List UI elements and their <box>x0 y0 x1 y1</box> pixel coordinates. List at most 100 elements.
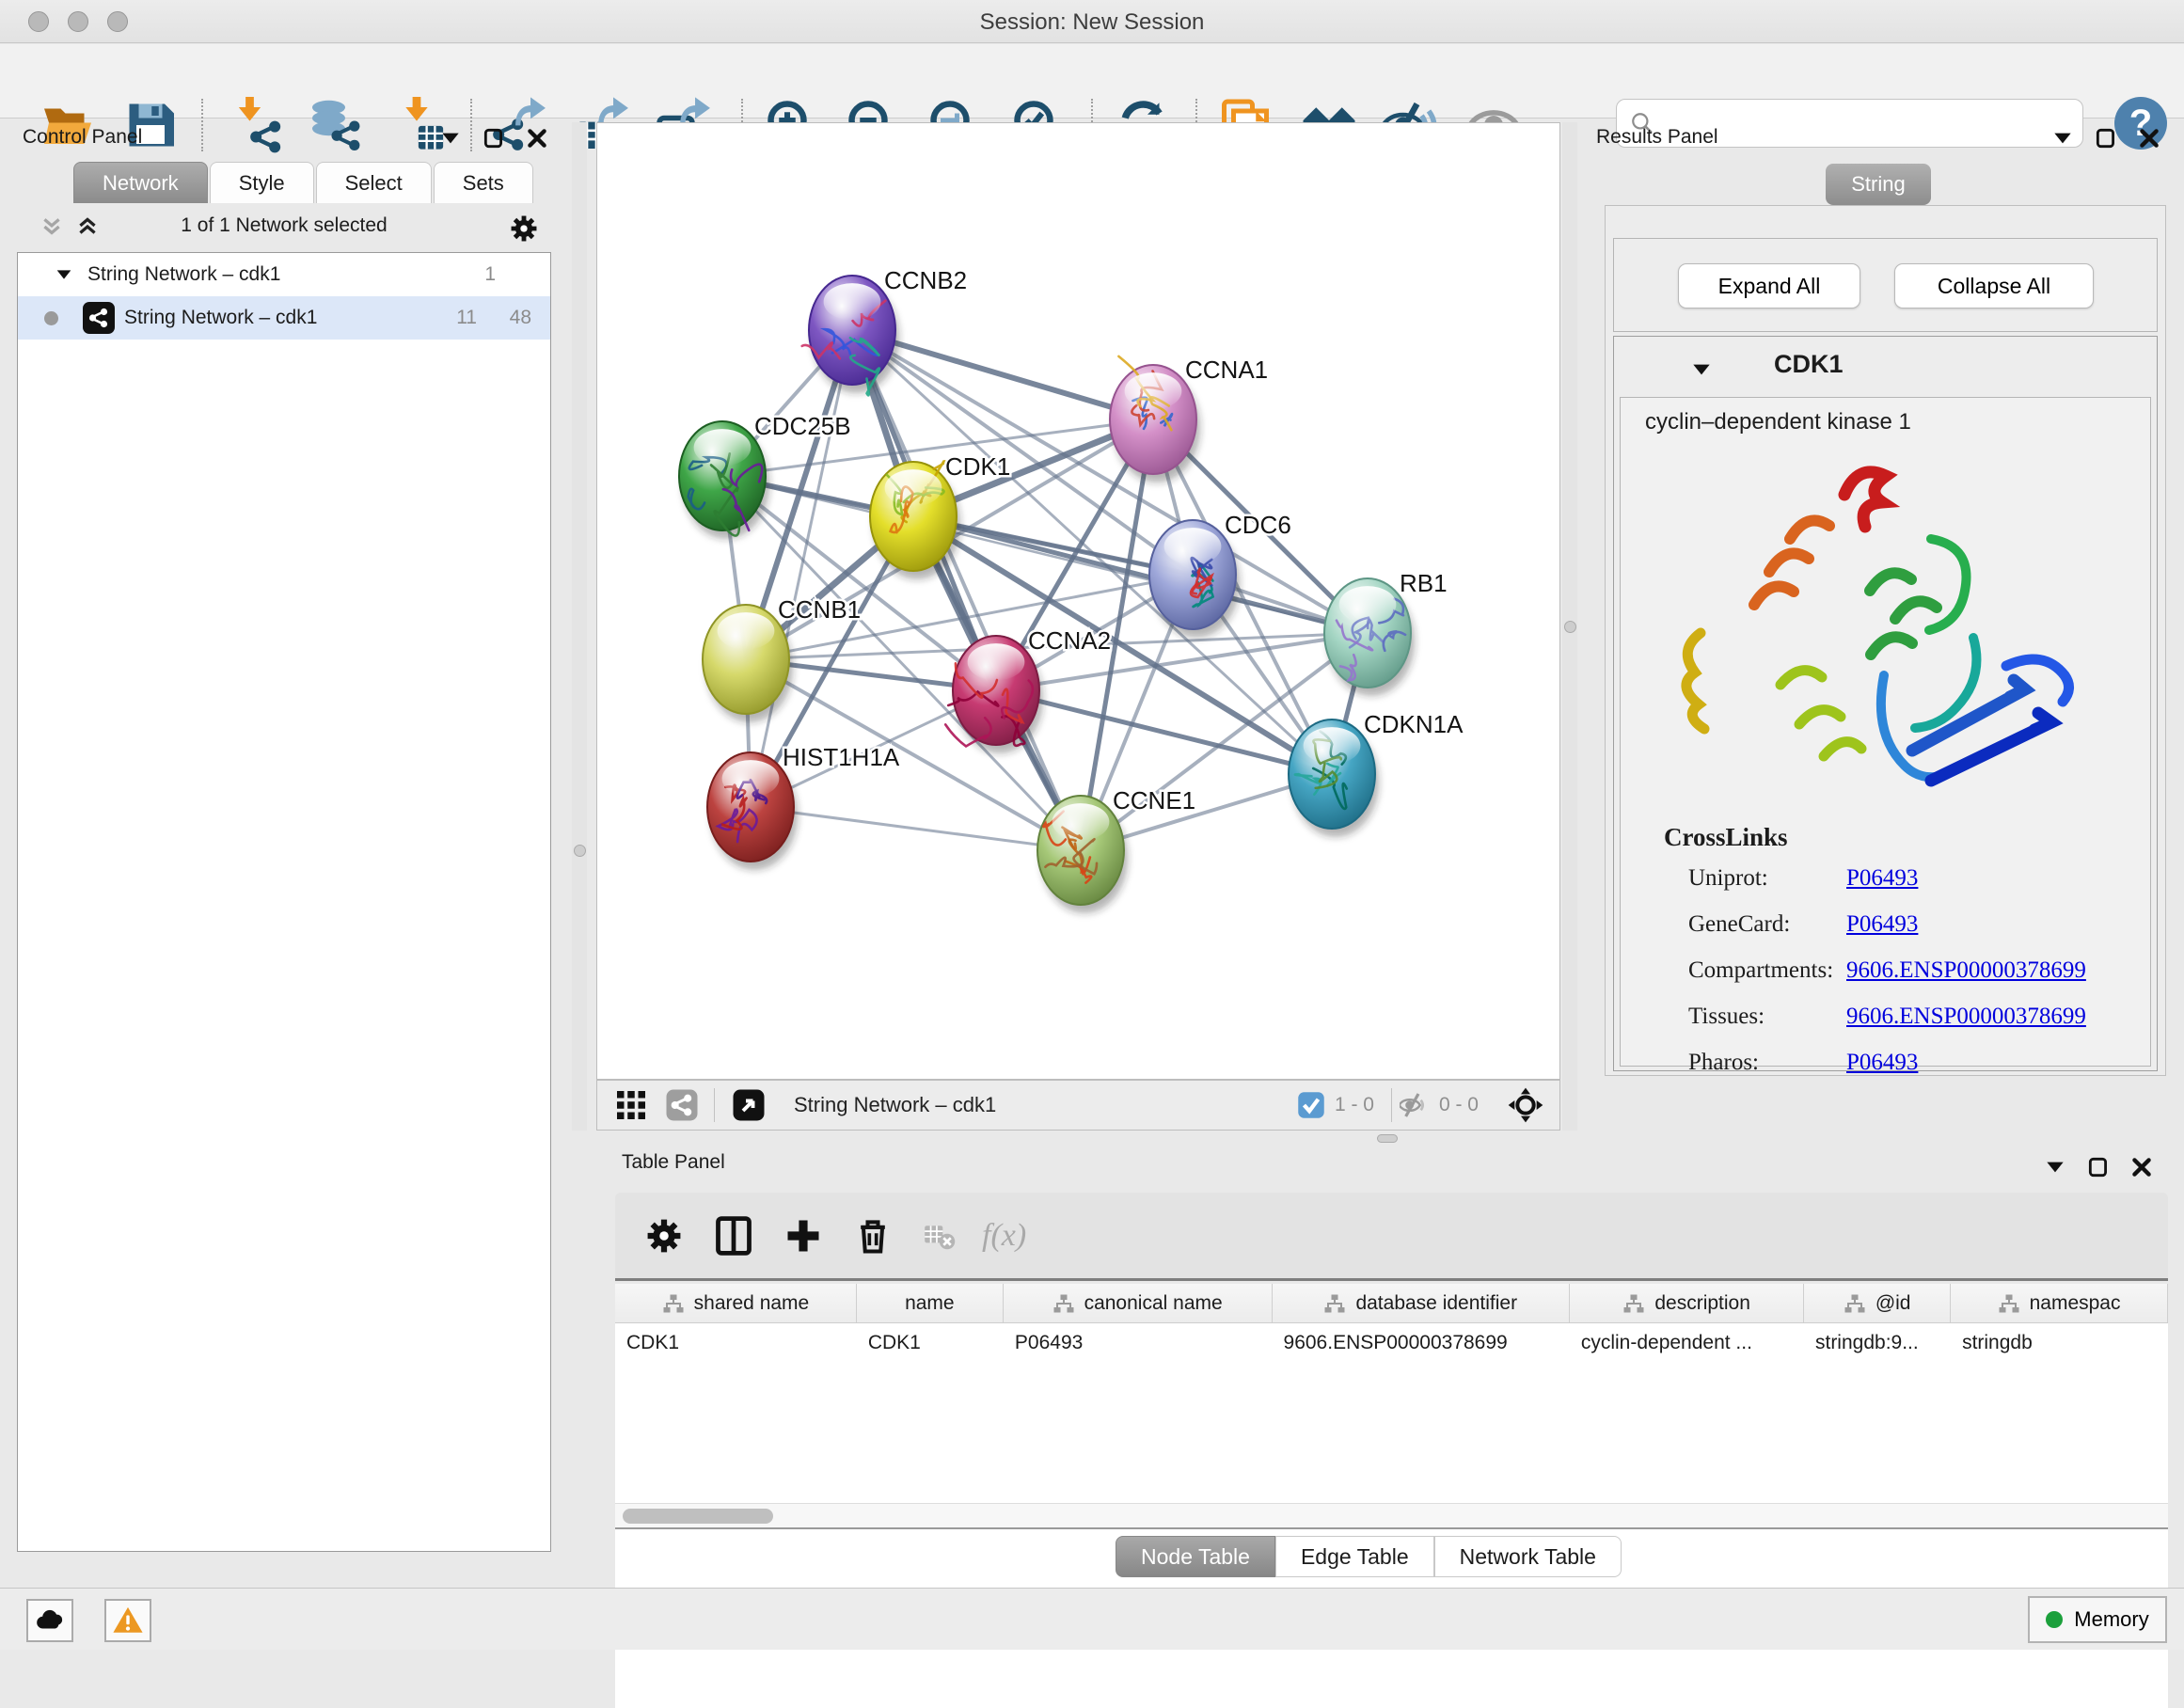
birdseye-view-icon[interactable] <box>732 1088 766 1122</box>
network-selection-status: 1 of 1 Network selected <box>11 214 557 237</box>
expand-all-button[interactable]: Expand All <box>1678 263 1860 308</box>
node-label-ccna2: CCNA2 <box>1028 626 1111 655</box>
table-type-tabs: Node TableEdge TableNetwork Table <box>1116 1536 1622 1577</box>
table-cell[interactable]: CDK1 <box>615 1323 857 1365</box>
column-type-icon <box>662 1292 685 1315</box>
network-node-ccna2[interactable]: CCNA2 <box>945 626 1111 753</box>
column-header-namespac[interactable]: namespac <box>1951 1284 2168 1322</box>
tab-edge-table[interactable]: Edge Table <box>1275 1536 1434 1577</box>
column-type-icon <box>1998 1292 2020 1315</box>
crosslink-link[interactable]: P06493 <box>1846 865 1918 891</box>
table-horizontal-scrollbar[interactable] <box>615 1503 2168 1527</box>
close-panel-icon[interactable] <box>523 126 551 150</box>
network-node-ccna1[interactable]: CCNA1 <box>1110 356 1268 482</box>
table-cell[interactable]: P06493 <box>1004 1323 1273 1365</box>
crosslink-row: GeneCard:P06493 <box>1688 911 1918 938</box>
bottom-splitter-handle[interactable] <box>1377 1134 1398 1143</box>
column-label: description <box>1654 1292 1750 1315</box>
selected-checkbox-icon[interactable] <box>1297 1091 1325 1119</box>
network-node-cdkn1a[interactable]: CDKN1A <box>1289 710 1464 837</box>
warnings-button[interactable] <box>104 1599 151 1642</box>
column-header-shared-name[interactable]: shared name <box>615 1284 857 1322</box>
crosslink-row: Pharos:P06493 <box>1688 1050 1918 1076</box>
float-panel-icon[interactable] <box>2084 1155 2113 1179</box>
float-panel-icon[interactable] <box>480 126 508 150</box>
collapse-group-icon[interactable] <box>54 264 74 285</box>
table-header-row: shared namenamecanonical namedatabase id… <box>615 1284 2168 1323</box>
gene-description: cyclin–dependent kinase 1 <box>1645 409 1911 435</box>
table-cell[interactable]: stringdb <box>1951 1323 2168 1365</box>
network-node-ccnb2[interactable]: CCNB2 <box>802 266 967 395</box>
close-panel-icon[interactable] <box>2135 126 2163 150</box>
panel-menu-icon[interactable] <box>2041 1155 2069 1179</box>
table-row[interactable]: CDK1CDK1P064939606.ENSP00000378699cyclin… <box>615 1323 2168 1365</box>
right-splitter-handle[interactable] <box>1564 621 1576 633</box>
crosslink-label: Tissues: <box>1688 1004 1846 1030</box>
show-columns-icon[interactable] <box>713 1215 754 1257</box>
panel-menu-icon[interactable] <box>436 126 465 150</box>
gene-section: CDK1 cyclin–dependent kinase 1 <box>1613 336 2158 1071</box>
column-header-canonical-name[interactable]: canonical name <box>1004 1284 1273 1322</box>
protein-structure-image <box>1649 450 2124 816</box>
panel-menu-icon[interactable] <box>2049 126 2077 150</box>
table-cell[interactable]: CDK1 <box>857 1323 1004 1365</box>
cloud-status-button[interactable] <box>26 1599 73 1642</box>
tab-style[interactable]: Style <box>210 162 314 203</box>
table-cell[interactable]: stringdb:9... <box>1804 1323 1951 1365</box>
memory-button[interactable]: Memory <box>2028 1596 2167 1643</box>
network-canvas[interactable]: CCNB2CCNA1CDC25BCDK1CDC6RB1CCNB1CCNA2CDK… <box>597 123 1559 1079</box>
network-edge[interactable] <box>751 807 1081 850</box>
table-cell[interactable]: 9606.ENSP00000378699 <box>1273 1323 1570 1365</box>
tab-sets[interactable]: Sets <box>434 162 533 203</box>
hidden-counts: 0 - 0 <box>1439 1094 1479 1116</box>
crosslink-row: Tissues:9606.ENSP00000378699 <box>1688 1004 2086 1030</box>
tab-select[interactable]: Select <box>316 162 432 203</box>
left-splitter[interactable] <box>572 122 587 1131</box>
column-header-description[interactable]: description <box>1570 1284 1804 1322</box>
network-node-rb1[interactable]: RB1 <box>1324 569 1448 696</box>
add-column-icon[interactable] <box>783 1215 824 1257</box>
network-edge[interactable] <box>751 330 852 807</box>
tab-node-table[interactable]: Node Table <box>1116 1536 1275 1577</box>
tab-string[interactable]: String <box>1826 164 1931 205</box>
crosslink-link[interactable]: P06493 <box>1846 911 1918 937</box>
node-label-ccne1: CCNE1 <box>1113 786 1195 814</box>
window-title: Session: New Session <box>0 9 2184 36</box>
network-edge-count: 48 <box>510 307 531 329</box>
left-splitter-handle[interactable] <box>574 845 586 857</box>
network-node-ccnb1[interactable]: CCNB1 <box>703 595 861 722</box>
column-type-icon <box>1622 1292 1645 1315</box>
results-buttons-row: Expand All Collapse All <box>1613 238 2158 332</box>
delete-column-icon[interactable] <box>852 1215 894 1257</box>
collapse-gene-icon[interactable] <box>1687 357 1716 382</box>
network-row[interactable]: String Network – cdk1 11 48 <box>18 296 550 340</box>
fit-center-icon[interactable] <box>1507 1086 1544 1124</box>
table-options-gear-icon[interactable] <box>643 1215 685 1257</box>
collapse-all-button[interactable]: Collapse All <box>1894 263 2094 308</box>
control-panel-tabs: NetworkStyleSelectSets <box>73 162 535 203</box>
column-header-database-identifier[interactable]: database identifier <box>1273 1284 1571 1322</box>
table-cell[interactable]: cyclin-dependent ... <box>1570 1323 1804 1365</box>
network-node-hist1h1a[interactable]: HIST1H1A <box>707 743 900 870</box>
memory-status-dot <box>2046 1611 2063 1628</box>
crosslinks-title: CrossLinks <box>1664 823 1788 852</box>
network-edges <box>722 330 1368 850</box>
network-group-row[interactable]: String Network – cdk1 1 <box>18 253 550 296</box>
network-node-ccne1[interactable]: CCNE1 <box>1037 786 1195 913</box>
network-edge[interactable] <box>852 330 1081 850</box>
scrollbar-thumb[interactable] <box>623 1509 773 1524</box>
crosslink-link[interactable]: 9606.ENSP00000378699 <box>1846 957 2086 983</box>
tab-network-table[interactable]: Network Table <box>1434 1536 1622 1577</box>
crosslink-link[interactable]: P06493 <box>1846 1050 1918 1075</box>
close-panel-icon[interactable] <box>2128 1155 2156 1179</box>
column-header-id[interactable]: @id <box>1804 1284 1951 1322</box>
network-options-gear-icon[interactable] <box>508 213 540 245</box>
network-view-icon[interactable] <box>665 1088 699 1122</box>
grid-view-icon[interactable] <box>614 1088 648 1122</box>
column-header-name[interactable]: name <box>857 1284 1004 1322</box>
crosslink-link[interactable]: 9606.ENSP00000378699 <box>1846 1004 2086 1029</box>
table-panel-border <box>615 1527 2168 1529</box>
column-type-icon <box>1323 1292 1346 1315</box>
float-panel-icon[interactable] <box>2092 126 2120 150</box>
tab-network[interactable]: Network <box>73 162 208 203</box>
